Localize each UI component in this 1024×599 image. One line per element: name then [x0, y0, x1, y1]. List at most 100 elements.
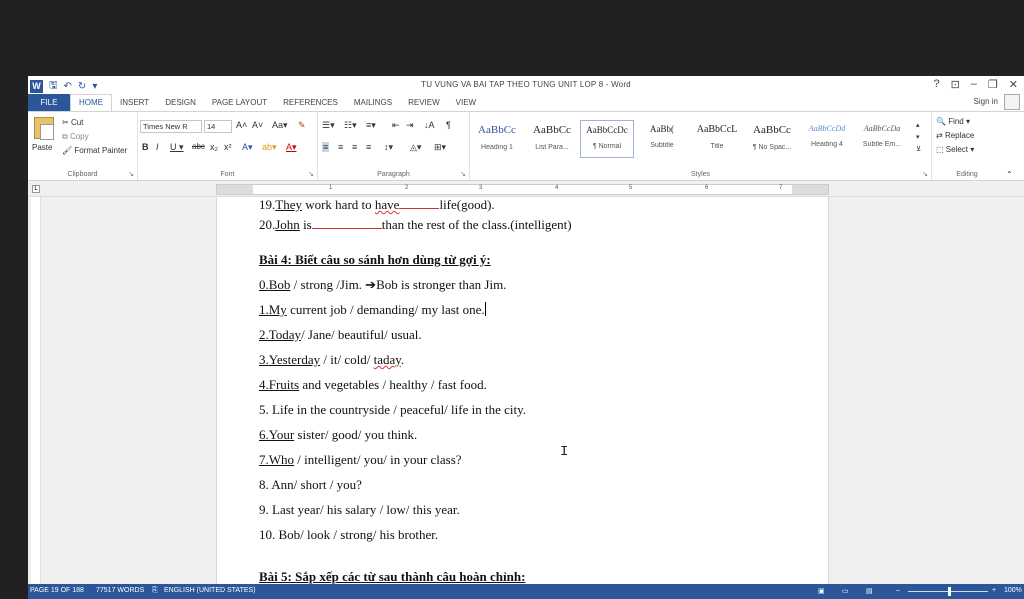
find-button[interactable]: 🔍 Find ▾	[936, 117, 970, 126]
superscript-icon[interactable]: x²	[224, 142, 232, 152]
paragraph-launcher-icon[interactable]: ↘	[460, 170, 466, 178]
web-layout-icon[interactable]: ▤	[866, 587, 873, 595]
doc-line-20: 20.John is than the rest of the class.(in…	[259, 217, 572, 233]
page-count[interactable]: PAGE 19 OF 188	[30, 587, 84, 594]
style-subtle-emphasis[interactable]: AaBbCcDa Subtle Em...	[855, 120, 909, 158]
style-heading-1[interactable]: AaBbCc Heading 1	[470, 120, 524, 158]
show-marks-icon[interactable]: ¶	[446, 120, 451, 130]
borders-icon[interactable]: ⊞▾	[434, 142, 446, 153]
paragraph-group-label: Paragraph	[377, 171, 410, 178]
zoom-in-icon[interactable]: +	[992, 587, 996, 594]
font-name-combo[interactable]: Times New R	[140, 120, 202, 133]
language-indicator[interactable]: ENGLISH (UNITED STATES)	[164, 587, 256, 594]
align-right-icon[interactable]: ≡	[352, 142, 357, 152]
style-title[interactable]: AaBbCcL Title	[690, 120, 744, 158]
vertical-ruler[interactable]	[31, 197, 41, 584]
line-text: is	[299, 217, 312, 232]
avatar[interactable]	[1004, 94, 1020, 110]
tab-review[interactable]: REVIEW	[400, 94, 448, 111]
collapse-ribbon-icon[interactable]: ⌃	[1006, 170, 1013, 179]
align-left-icon[interactable]: ≡	[322, 142, 330, 152]
align-center-icon[interactable]: ≡	[338, 142, 343, 152]
tab-file[interactable]: FILE	[28, 94, 70, 111]
help-button[interactable]: ?	[933, 78, 939, 91]
shading-icon[interactable]: ◬▾	[410, 142, 421, 153]
format-painter-button[interactable]: 🖌 Format Painter	[62, 146, 127, 155]
underline-icon[interactable]: U ▾	[170, 142, 184, 153]
exercise-item-2: 2.Today/ Jane/ beautiful/ usual.	[259, 327, 422, 343]
item-text: / intelligent/ you/ in your class?	[294, 452, 462, 467]
restore-button[interactable]: ❐	[988, 78, 998, 91]
document-page[interactable]: 19.They work hard to have life(good). 20.…	[216, 197, 829, 584]
highlight-color-icon[interactable]: ab▾	[262, 142, 277, 153]
zoom-out-icon[interactable]: –	[896, 587, 900, 594]
exercise-item-3: 3.Yesterday / it/ cold/ taday.	[259, 352, 404, 368]
style-sample: AaBbCcDd	[808, 124, 846, 133]
subscript-icon[interactable]: x₂	[210, 142, 218, 152]
sign-in-link[interactable]: Sign in	[974, 97, 998, 106]
justify-icon[interactable]: ≡	[366, 142, 371, 152]
print-layout-icon[interactable]: ▭	[842, 587, 849, 595]
clipboard-launcher-icon[interactable]: ↘	[128, 170, 134, 178]
clipboard-group: Paste ✂ Cut ⧉ Copy 🖌 Format Painter Clip…	[28, 112, 138, 180]
bullets-icon[interactable]: ☰▾	[322, 120, 335, 131]
numbering-icon[interactable]: ☷▾	[344, 120, 357, 131]
zoom-level[interactable]: 100%	[1004, 587, 1022, 594]
zoom-slider-thumb[interactable]	[948, 587, 951, 596]
strikethrough-icon[interactable]: abc	[192, 142, 205, 151]
horizontal-ruler[interactable]: 1 2 3 4 5 6 7	[216, 184, 829, 195]
decrease-indent-icon[interactable]: ⇤	[392, 120, 400, 131]
line-spacing-icon[interactable]: ↕▾	[384, 142, 393, 153]
tab-home[interactable]: HOME	[70, 94, 112, 111]
style-list-paragraph[interactable]: AaBbCc List Para...	[525, 120, 579, 158]
line-text: life(good).	[439, 197, 495, 212]
cut-button[interactable]: ✂ Cut	[62, 118, 83, 127]
font-color-icon[interactable]: A▾	[286, 142, 297, 153]
increase-indent-icon[interactable]: ⇥	[406, 120, 414, 131]
font-size-combo[interactable]: 14	[204, 120, 232, 133]
tab-view[interactable]: VIEW	[448, 94, 484, 111]
ruler-tick: 1	[329, 185, 333, 191]
style-no-spacing[interactable]: AaBbCc ¶ No Spac...	[745, 120, 799, 158]
style-name: Heading 1	[481, 144, 513, 151]
tab-page-layout[interactable]: PAGE LAYOUT	[204, 94, 275, 111]
document-area[interactable]: 19.They work hard to have life(good). 20.…	[28, 197, 1024, 584]
paste-button[interactable]: Paste	[32, 143, 52, 152]
proofing-icon[interactable]: ⎘	[152, 587, 158, 595]
ruler-left-margin	[217, 185, 253, 194]
text-effects-icon[interactable]: A▾	[242, 142, 253, 153]
paste-icon[interactable]	[34, 117, 54, 140]
ribbon-display-options-button[interactable]: ⊡	[951, 78, 960, 91]
replace-button[interactable]: ⇄ Replace	[936, 131, 974, 140]
clear-formatting-icon[interactable]: ✎	[298, 120, 306, 131]
minimize-button[interactable]: –	[971, 78, 977, 91]
item-number: 2.	[259, 327, 269, 342]
style-normal[interactable]: AaBbCcDc ¶ Normal	[580, 120, 634, 158]
multilevel-list-icon[interactable]: ≡▾	[366, 120, 376, 131]
tab-insert[interactable]: INSERT	[112, 94, 157, 111]
bold-icon[interactable]: B	[142, 142, 149, 152]
line-number: 20.	[259, 217, 276, 232]
grow-font-icon[interactable]: A˄	[236, 120, 247, 130]
copy-button[interactable]: ⧉ Copy	[62, 132, 89, 142]
sort-icon[interactable]: ↓A	[424, 120, 435, 130]
word-count[interactable]: 77517 WORDS	[96, 587, 144, 594]
italic-icon[interactable]: I	[156, 142, 159, 152]
underlined-word: John	[275, 217, 300, 232]
item-number: 0.	[259, 277, 269, 292]
read-mode-icon[interactable]: ▣	[818, 587, 825, 595]
exercise-item-7: 7.Who / intelligent/ you/ in your class?	[259, 452, 462, 468]
select-button[interactable]: ⬚ Select ▾	[936, 145, 974, 154]
tab-references[interactable]: REFERENCES	[275, 94, 346, 111]
styles-launcher-icon[interactable]: ↘	[922, 170, 928, 178]
style-subtitle[interactable]: AaBb(Subtitle	[635, 120, 689, 158]
style-heading-4[interactable]: AaBbCcDd Heading 4	[800, 120, 854, 158]
font-launcher-icon[interactable]: ↘	[308, 170, 314, 178]
change-case-icon[interactable]: Aa▾	[272, 120, 288, 131]
tab-mailings[interactable]: MAILINGS	[346, 94, 400, 111]
tab-selector-icon[interactable]: L	[32, 185, 40, 193]
shrink-font-icon[interactable]: A˅	[252, 120, 263, 130]
styles-scroll-icon[interactable]: ▴ ▾ ⊻	[916, 120, 921, 156]
close-button[interactable]: ✕	[1009, 78, 1018, 91]
tab-design[interactable]: DESIGN	[157, 94, 204, 111]
